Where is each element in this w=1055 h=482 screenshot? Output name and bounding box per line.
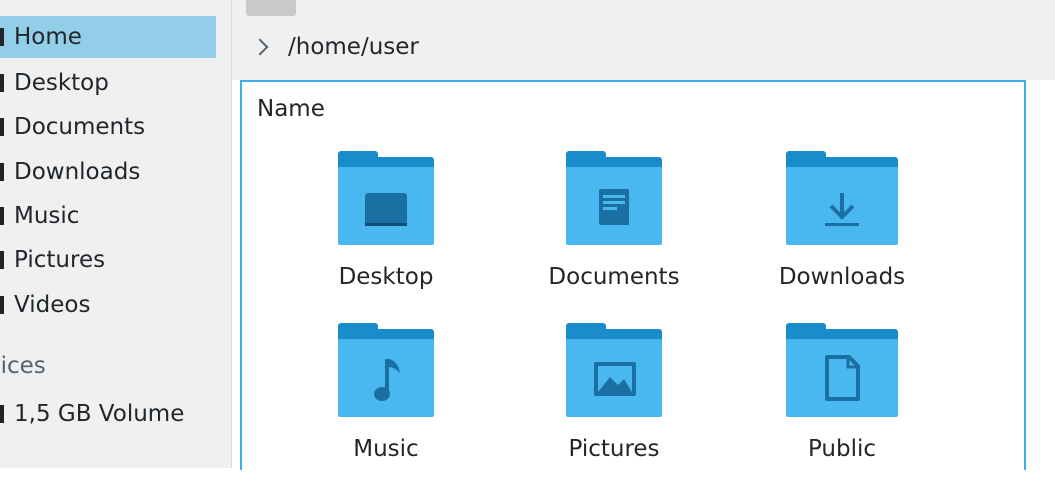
sidebar-item-label: Documents [14,114,146,140]
sidebar-item-label: Pictures [14,247,106,273]
folder-label: Public [807,436,877,462]
folder-item-public[interactable]: Public [742,323,942,462]
column-header-name[interactable]: Name [257,96,325,122]
sidebar-item-volume[interactable]: 1,5 GB Volume [0,393,216,435]
devices-section-header[interactable]: vices [0,348,216,384]
sidebar-item-label: Desktop [14,70,109,96]
folder-desktop-icon [338,151,434,245]
folder-pictures-icon [566,323,662,417]
folder-documents-icon [566,151,662,245]
location-bar: /home/user [232,16,1055,80]
toolbar-icon-view-button[interactable] [246,0,296,16]
file-view[interactable]: Name Desktop Documents Downloads Music P… [240,80,1026,470]
folder-label: Documents [548,264,680,290]
chevron-right-icon[interactable] [251,38,269,56]
home-icon [0,28,4,46]
documents-icon [0,118,4,136]
music-icon [0,207,4,225]
folder-item-music[interactable]: Music [286,323,486,462]
folder-label: Music [353,436,419,462]
section-header-label: vices [0,353,46,379]
sidebar-item-desktop[interactable]: Desktop [0,62,216,104]
folder-label: Downloads [778,264,906,290]
folder-public-icon [786,323,898,417]
file-manager-window: Home Desktop Documents Downloads Music P… [0,0,1055,482]
toolbar [232,0,1055,16]
pictures-icon [0,251,4,269]
folder-item-desktop[interactable]: Desktop [286,151,486,290]
sidebar-item-documents[interactable]: Documents [0,106,216,148]
folder-downloads-icon [786,151,898,245]
sidebar-item-videos[interactable]: Videos [0,284,216,326]
drive-icon [0,405,4,423]
folder-item-downloads[interactable]: Downloads [742,151,942,290]
folder-item-pictures[interactable]: Pictures [514,323,714,462]
folder-label: Desktop [338,264,434,290]
sidebar-item-label: Music [14,203,80,229]
sidebar-item-label: Downloads [14,159,141,185]
folder-label: Pictures [568,436,660,462]
folder-item-documents[interactable]: Documents [514,151,714,290]
folder-music-icon [338,323,434,417]
sidebar-item-pictures[interactable]: Pictures [0,239,216,281]
sidebar-item-label: Videos [14,292,91,318]
videos-icon [0,296,4,314]
sidebar-item-downloads[interactable]: Downloads [0,151,216,193]
sidebar-item-label: Home [14,24,82,50]
desktop-icon [0,74,4,92]
sidebar-item-music[interactable]: Music [0,195,216,237]
sidebar-item-home[interactable]: Home [0,16,216,58]
sidebar-item-label: 1,5 GB Volume [14,401,185,427]
downloads-icon [0,163,4,181]
breadcrumb[interactable]: /home/user [288,34,419,60]
places-panel: Home Desktop Documents Downloads Music P… [0,0,232,468]
